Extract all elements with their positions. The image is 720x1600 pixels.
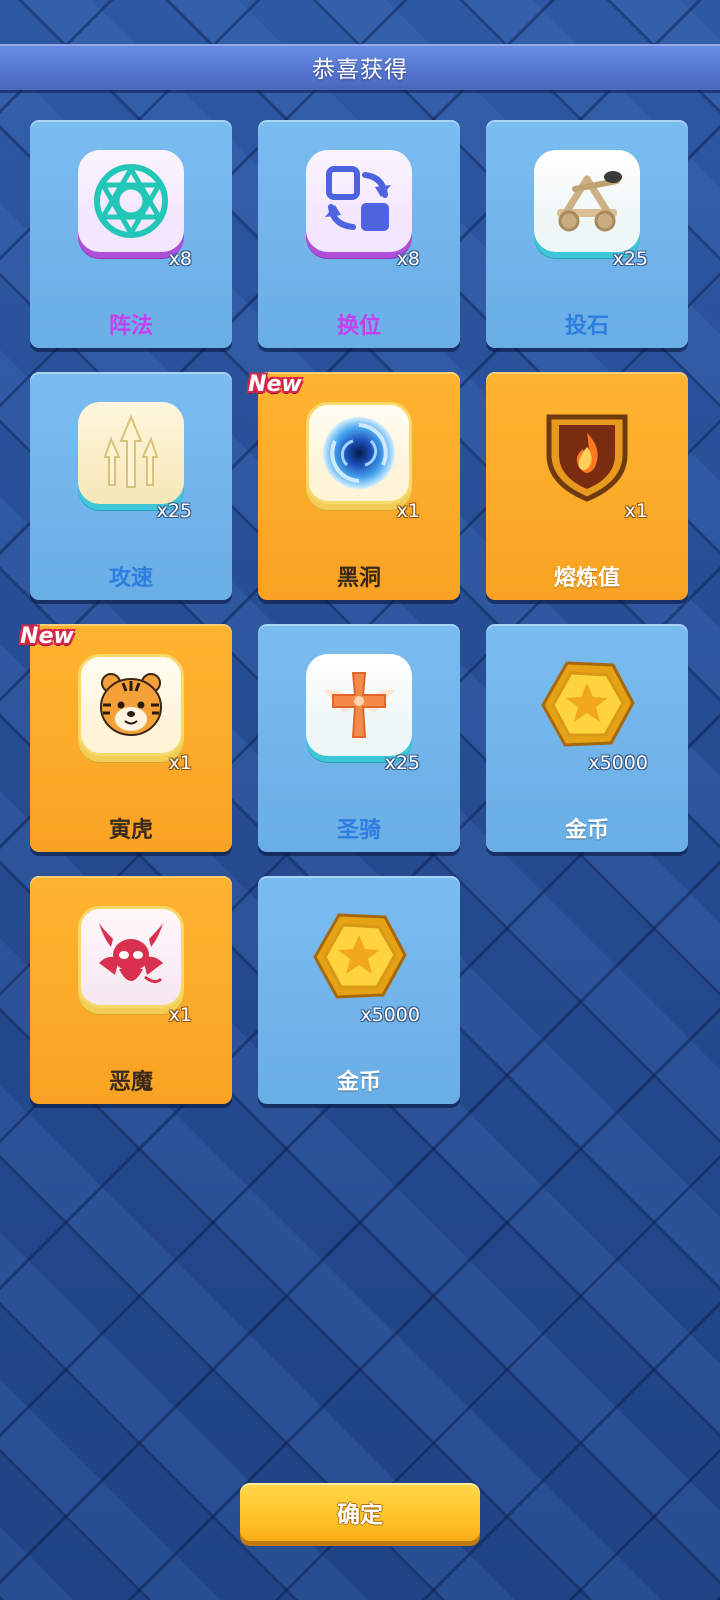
reward-name: 攻速 (108, 566, 153, 591)
reward-name: 投石 (564, 314, 609, 339)
quantity-label: x1 (624, 500, 648, 522)
reward-card: x8 换位 (258, 120, 460, 348)
quantity-label: x25 (384, 752, 420, 774)
holy-knight-cross-icon (306, 654, 412, 756)
reward-card: x5000 金币 (258, 876, 460, 1104)
swap-icon (306, 150, 412, 252)
reward-name: 阵法 (108, 314, 153, 339)
new-badge: New (248, 371, 302, 397)
attack-speed-icon (78, 402, 184, 504)
reward-card: New x1 黑洞 (248, 372, 460, 600)
confirm-button[interactable]: 确定 (240, 1483, 480, 1541)
gold-coin-icon (306, 906, 412, 1008)
reward-card: x1 恶魔 (30, 876, 232, 1104)
quantity-label: x1 (168, 752, 192, 774)
gold-coin-icon (534, 654, 640, 756)
black-hole-icon (306, 402, 412, 504)
reward-name: 寅虎 (108, 818, 153, 843)
tiger-icon (78, 654, 184, 756)
quantity-label: x8 (168, 248, 192, 270)
reward-card: New x1 寅虎 (20, 624, 232, 852)
catapult-icon (534, 150, 640, 252)
reward-name: 金币 (336, 1070, 381, 1095)
reward-name: 圣骑 (336, 818, 381, 843)
reward-name: 熔炼值 (553, 566, 620, 591)
quantity-label: x25 (612, 248, 648, 270)
quantity-label: x25 (156, 500, 192, 522)
quantity-label: x1 (396, 500, 420, 522)
quantity-label: x5000 (588, 752, 648, 774)
reward-card: x25 圣骑 (258, 624, 460, 852)
reward-name: 黑洞 (336, 566, 381, 591)
confirm-button-label: 确定 (337, 1502, 383, 1528)
quantity-label: x5000 (360, 1004, 420, 1026)
quantity-label: x8 (396, 248, 420, 270)
reward-name: 恶魔 (108, 1070, 153, 1095)
reward-card: x25 投石 (486, 120, 688, 348)
reward-name: 金币 (564, 818, 609, 843)
smelting-shield-icon (534, 402, 640, 504)
page-title: 恭喜获得 (312, 57, 408, 83)
reward-card: x8 阵法 (30, 120, 232, 348)
reward-card: x25 攻速 (30, 372, 232, 600)
title-bar: 恭喜获得 (0, 44, 720, 90)
reward-name: 换位 (336, 314, 381, 339)
reward-card: x1 熔炼值 (486, 372, 688, 600)
quantity-label: x1 (168, 1004, 192, 1026)
formation-icon (78, 150, 184, 252)
demon-icon (78, 906, 184, 1008)
reward-card: x5000 金币 (486, 624, 688, 852)
new-badge: New (20, 623, 74, 649)
